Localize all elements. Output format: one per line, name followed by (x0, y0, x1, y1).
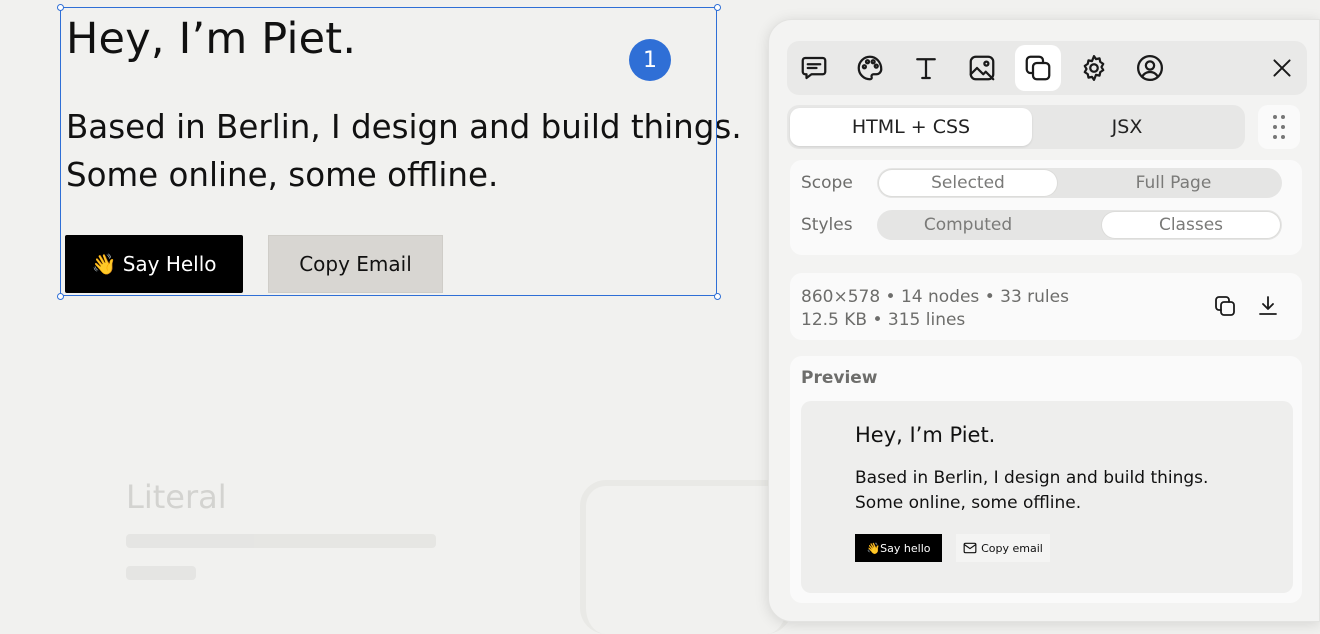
resize-handle-top-left[interactable] (57, 4, 64, 11)
palette-icon (857, 55, 883, 81)
preview-copy-email-label: Copy email (981, 541, 1043, 555)
image-tool[interactable] (959, 45, 1005, 91)
styles-label: Styles (801, 215, 853, 235)
copy-code-button[interactable] (1210, 291, 1240, 321)
tab-html-css[interactable]: HTML + CSS (790, 108, 1032, 146)
copy-icon (1215, 296, 1235, 316)
download-icon (1259, 296, 1277, 315)
image-icon (969, 55, 995, 81)
resize-handle-bottom-right[interactable] (714, 293, 721, 300)
scope-label: Scope (801, 173, 853, 193)
resize-handle-top-right[interactable] (714, 4, 721, 11)
selection-count-badge: 1 (629, 39, 671, 81)
scope-option-full-page[interactable]: Full Page (1067, 170, 1280, 196)
panel-toolbar (787, 41, 1307, 95)
resize-handle-bottom-left[interactable] (57, 293, 64, 300)
scope-option-selected[interactable]: Selected (879, 170, 1057, 196)
close-icon (1273, 59, 1291, 77)
text-tool[interactable] (903, 45, 949, 91)
settings-tool[interactable] (1071, 45, 1117, 91)
preview-say-hello-button: 👋Say hello (855, 534, 942, 562)
stats-dimensions: 860×578 • 14 nodes • 33 rules (801, 287, 1069, 307)
user-icon (1137, 55, 1163, 81)
styles-option-classes[interactable]: Classes (1102, 212, 1280, 238)
close-button[interactable] (1259, 45, 1305, 91)
preview-title: Hey, I’m Piet. (855, 423, 996, 447)
styles-segmented-control: Computed Classes (877, 210, 1282, 240)
scope-segmented-control: Selected Full Page (877, 168, 1282, 198)
export-tool[interactable] (1015, 45, 1061, 91)
copy-layers-icon (1025, 55, 1051, 81)
preview-line-2: Some online, some offline. (855, 493, 1082, 513)
text-icon (916, 58, 936, 80)
faded-text-line (126, 566, 196, 580)
download-button[interactable] (1253, 291, 1283, 321)
tab-jsx[interactable]: JSX (1012, 108, 1242, 146)
mail-icon (963, 542, 977, 554)
styles-option-computed[interactable]: Computed (879, 212, 1057, 238)
gear-icon (1083, 55, 1105, 81)
faded-device-image (580, 480, 792, 634)
color-tool[interactable] (847, 45, 893, 91)
format-segmented-control: HTML + CSS JSX (787, 105, 1245, 149)
preview-line-1: Based in Berlin, I design and build thin… (855, 468, 1209, 488)
preview-label: Preview (801, 368, 878, 388)
faded-section: Literal (126, 478, 436, 580)
faded-heading: Literal (126, 478, 227, 516)
grip-dots-icon (1273, 115, 1285, 139)
preview-description: Based in Berlin, I design and build thin… (855, 466, 1208, 516)
drag-handle[interactable] (1258, 105, 1300, 149)
selection-outline[interactable] (60, 7, 717, 296)
preview-copy-email-button: Copy email (956, 534, 1050, 562)
comment-icon (801, 56, 827, 80)
faded-text-line (126, 534, 436, 548)
comment-tool[interactable] (791, 45, 837, 91)
stats-size: 12.5 KB • 315 lines (801, 310, 966, 330)
account-tool[interactable] (1127, 45, 1173, 91)
